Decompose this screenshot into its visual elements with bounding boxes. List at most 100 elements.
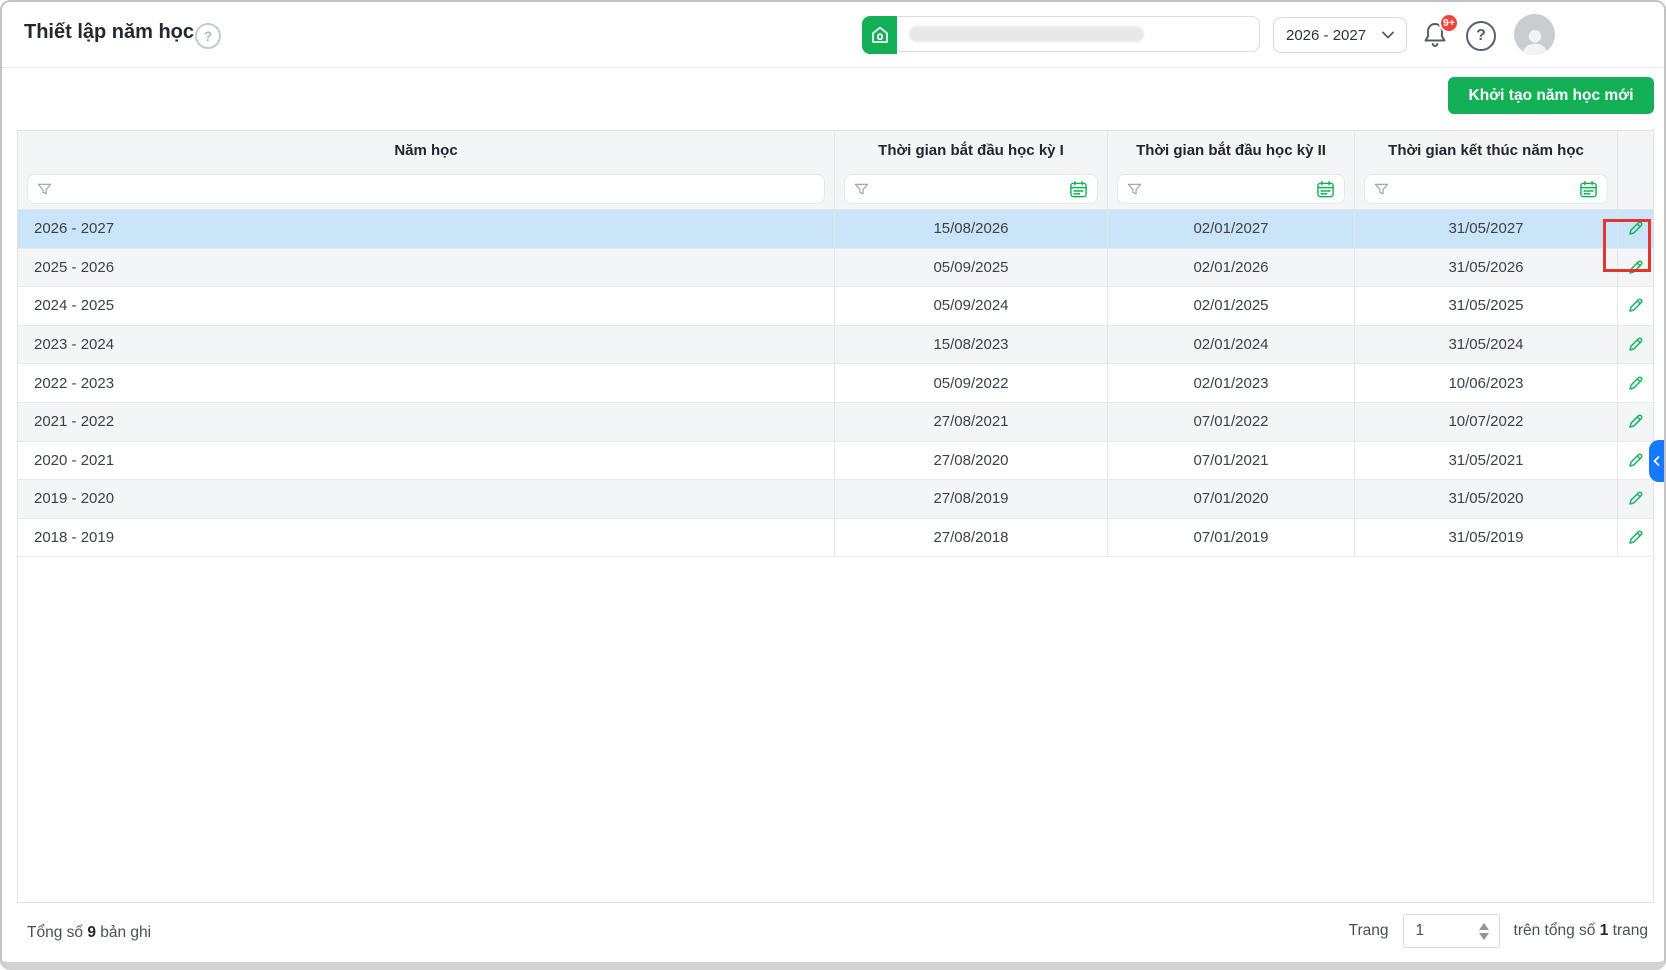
- year-cell: 2025 - 2026: [34, 258, 115, 276]
- year-end-cell: 31/05/2020: [1354, 480, 1617, 518]
- spinner-up-icon[interactable]: [1478, 922, 1489, 930]
- school-year-dropdown[interactable]: 2026 - 2027: [1273, 17, 1407, 53]
- sem2-start-cell: 07/01/2022: [1107, 402, 1354, 441]
- sem1-start-cell: 15/08/2026: [834, 210, 1107, 248]
- filter-cell-actions: [1617, 169, 1653, 209]
- year-cell: 2018 - 2019: [34, 529, 115, 547]
- pencil-icon: [1629, 221, 1643, 236]
- table-row[interactable]: 2026 - 2027 15/08/2026 02/01/2027 31/05/202…: [18, 210, 1653, 272]
- notification-badge: 9+: [1439, 13, 1459, 33]
- sem2-date-filter-input[interactable]: [1117, 174, 1345, 204]
- table-row[interactable]: 2024 - 2025 05/09/2024 02/01/2025 31/05/202…: [18, 287, 1653, 326]
- row-actions-cell: [1617, 287, 1653, 325]
- notifications-button[interactable]: 9+: [1421, 13, 1459, 52]
- sem1-start-cell: 27/08/2019: [834, 480, 1107, 518]
- filter-cell-sem1: [834, 169, 1107, 209]
- edit-row-button[interactable]: [1626, 296, 1645, 315]
- pencil-icon: [1629, 260, 1643, 274]
- edit-row-button[interactable]: [1626, 489, 1645, 508]
- help-icon[interactable]: ?: [1466, 21, 1496, 51]
- school-name-input[interactable]: [897, 16, 1260, 52]
- avatar[interactable]: [1514, 14, 1555, 55]
- pencil-icon: [1629, 453, 1643, 467]
- column-header-year-end[interactable]: Thời gian kết thúc năm học: [1354, 131, 1617, 169]
- school-year-table: Năm học Thời gian bắt đầu học kỳ I Thời …: [17, 130, 1654, 903]
- column-header-year[interactable]: Năm học: [18, 131, 834, 169]
- table-body: 2026 - 2027 15/08/2026 02/01/2027 31/05/202…: [18, 210, 1653, 558]
- year-end-cell: 10/07/2022: [1354, 402, 1617, 441]
- edit-row-button[interactable]: [1626, 451, 1645, 470]
- table-row[interactable]: 2023 - 2024 15/08/2023 02/01/2024 31/05/202…: [18, 325, 1653, 365]
- sem1-date-filter-input[interactable]: [844, 174, 1098, 204]
- page-spinner[interactable]: [1478, 922, 1489, 940]
- year-cell: 2019 - 2020: [34, 490, 115, 508]
- funnel-icon: [1374, 183, 1389, 194]
- page-help-icon[interactable]: ?: [195, 23, 221, 49]
- page-title: Thiết lập năm học: [24, 21, 195, 43]
- funnel-icon: [1127, 183, 1142, 194]
- year-end-date-filter-input[interactable]: [1364, 174, 1608, 204]
- collapse-panel-toggle[interactable]: [1649, 440, 1664, 482]
- page-total-count: 1: [1599, 922, 1609, 939]
- row-actions-cell: [1617, 248, 1653, 287]
- row-actions-cell: [1617, 402, 1653, 441]
- table-row[interactable]: 2020 - 2021 27/08/2020 07/01/2021 31/05/202…: [18, 441, 1653, 481]
- school-year-value: 2026 - 2027: [1286, 26, 1367, 44]
- calendar-icon[interactable]: [1316, 180, 1335, 199]
- year-cell: 2024 - 2025: [34, 297, 115, 315]
- year-end-cell: 31/05/2026: [1354, 248, 1617, 287]
- sem2-start-cell: 07/01/2019: [1107, 518, 1354, 557]
- table-filter-row: [18, 169, 1653, 210]
- year-cell: 2026 - 2027: [34, 220, 115, 238]
- sem1-start-cell: 05/09/2022: [834, 364, 1107, 402]
- funnel-icon: [37, 183, 52, 194]
- calendar-icon[interactable]: [1069, 180, 1088, 199]
- page-label: Trang: [1348, 922, 1389, 939]
- edit-row-button[interactable]: [1626, 219, 1645, 238]
- table-row[interactable]: 2025 - 2026 05/09/2025 02/01/2026 31/05/202…: [18, 248, 1653, 288]
- edit-row-button[interactable]: [1626, 335, 1645, 354]
- edit-row-button[interactable]: [1626, 374, 1645, 393]
- column-header-sem1-start[interactable]: Thời gian bắt đầu học kỳ I: [834, 131, 1107, 169]
- sem1-start-cell: 15/08/2023: [834, 325, 1107, 364]
- year-end-cell: 31/05/2024: [1354, 325, 1617, 364]
- funnel-icon: [854, 183, 869, 194]
- year-end-cell: 31/05/2025: [1354, 287, 1617, 325]
- spinner-down-icon[interactable]: [1478, 932, 1489, 940]
- sem2-start-cell: 02/01/2026: [1107, 248, 1354, 287]
- top-bar: Thiết lập năm học ? 2026 - 2027 9+ ?: [2, 2, 1664, 68]
- row-actions-cell: [1617, 518, 1653, 557]
- page-number-input[interactable]: 1: [1402, 914, 1500, 948]
- pagination: Trang 1 trên tổng số 1 trang: [1349, 914, 1648, 948]
- table-row[interactable]: 2019 - 2020 27/08/2019 07/01/2020 31/05/202…: [18, 480, 1653, 519]
- year-cell: 2023 - 2024: [34, 336, 115, 354]
- edit-row-button[interactable]: [1626, 412, 1645, 431]
- edit-row-button[interactable]: [1626, 528, 1645, 547]
- table-row[interactable]: 2018 - 2019 27/08/2018 07/01/2019 31/05/201…: [18, 518, 1653, 558]
- column-header-sem2-start[interactable]: Thời gian bắt đầu học kỳ II: [1107, 131, 1354, 169]
- sem2-start-cell: 07/01/2021: [1107, 441, 1354, 480]
- create-school-year-button[interactable]: Khởi tạo năm học mới: [1448, 77, 1654, 114]
- calendar-icon[interactable]: [1579, 180, 1598, 199]
- school-selector[interactable]: [862, 16, 1260, 54]
- filter-cell-year: [18, 169, 834, 209]
- filter-cell-year-end: [1354, 169, 1617, 209]
- total-records-text: Tổng số 9 bản ghi: [27, 924, 152, 941]
- year-end-cell: 31/05/2027: [1354, 210, 1617, 248]
- sem2-start-cell: 02/01/2027: [1107, 210, 1354, 248]
- page-number-value: 1: [1415, 922, 1425, 939]
- row-actions-cell: [1603, 210, 1653, 272]
- table-row[interactable]: 2022 - 2023 05/09/2022 02/01/2023 10/06/202…: [18, 364, 1653, 403]
- user-silhouette-icon: [1522, 30, 1547, 55]
- pencil-icon: [1629, 337, 1643, 351]
- year-filter-input[interactable]: [27, 174, 825, 204]
- edit-row-button[interactable]: [1626, 258, 1645, 277]
- year-cell: 2022 - 2023: [34, 374, 115, 392]
- row-actions-cell: [1617, 480, 1653, 518]
- chevron-left-icon: [1653, 456, 1660, 466]
- pencil-icon: [1629, 376, 1643, 390]
- pencil-icon: [1629, 299, 1643, 313]
- table-row[interactable]: 2021 - 2022 27/08/2021 07/01/2022 10/07/202…: [18, 402, 1653, 442]
- pencil-icon: [1629, 530, 1643, 544]
- home-icon[interactable]: [862, 16, 897, 54]
